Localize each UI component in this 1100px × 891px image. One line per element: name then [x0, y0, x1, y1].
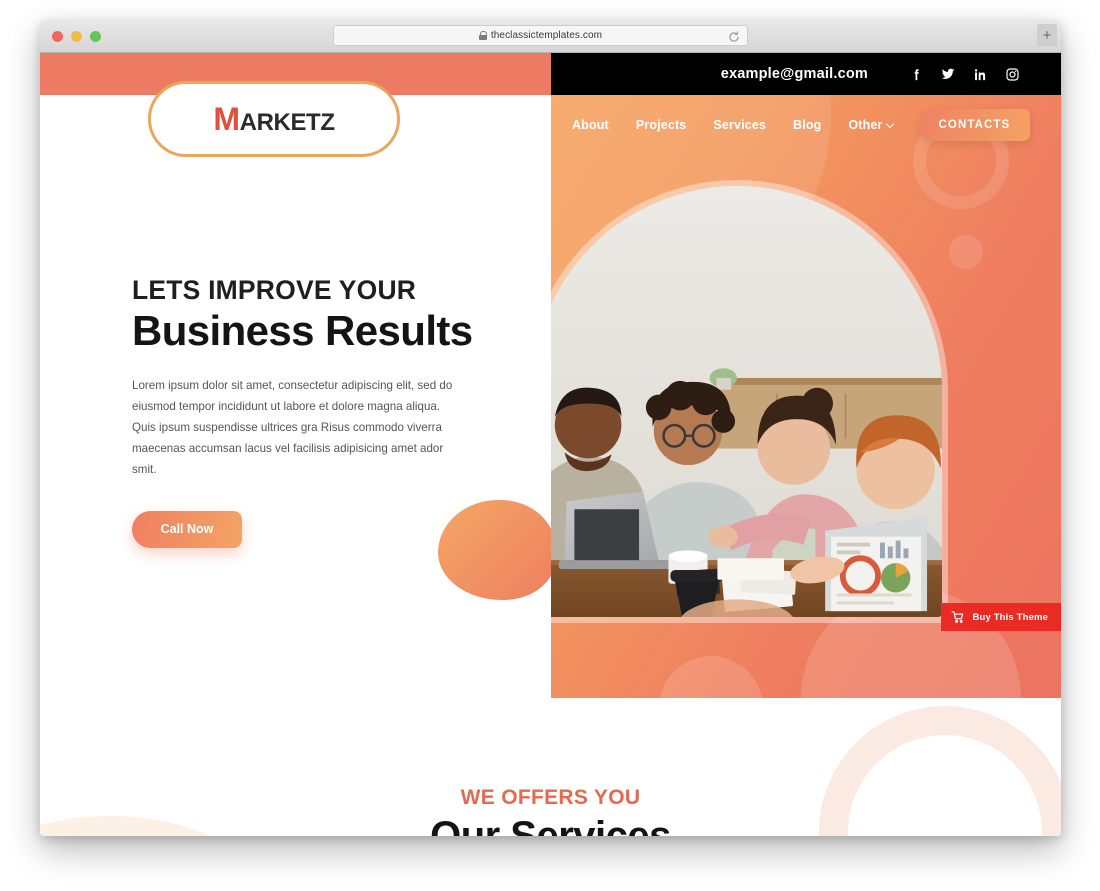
nav-item-projects[interactable]: Projects: [636, 118, 687, 132]
buy-this-theme-label: Buy This Theme: [972, 611, 1048, 623]
services-kicker: WE OFFERS YOU: [460, 786, 641, 809]
nav-item-other[interactable]: Other: [848, 118, 894, 132]
call-now-button[interactable]: Call Now: [132, 510, 242, 548]
new-tab-button[interactable]: +: [1037, 24, 1057, 46]
nav-items: About Projects Services Blog Other: [572, 118, 895, 132]
hero-photo-illustration: [551, 186, 942, 617]
shopping-cart-icon: [951, 610, 965, 624]
address-bar[interactable]: theclassictemplates.com: [333, 25, 748, 46]
linkedin-icon[interactable]: [972, 66, 988, 82]
twitter-icon[interactable]: [940, 66, 956, 82]
nav-label: Other: [848, 118, 883, 132]
nav-label: Services: [713, 118, 767, 132]
topbar-contact-block: example@gmail.com: [551, 53, 1061, 95]
services-heading-group: WE OFFERS YOU Our Services: [40, 698, 1061, 836]
hero-photo-frame: [551, 180, 948, 623]
page-viewport: example@gmail.com MARKETZ About Projects…: [40, 53, 1061, 836]
logo-rest: ARKETZ: [239, 108, 335, 136]
hero-copy: LETS IMPROVE YOUR Business Results Lorem…: [132, 275, 502, 548]
decorative-circle-bottom-icon: [659, 656, 763, 698]
address-bar-content: theclassictemplates.com: [478, 30, 603, 41]
nav-item-blog[interactable]: Blog: [793, 118, 821, 132]
chevron-down-icon: [887, 121, 895, 129]
browser-chrome: theclassictemplates.com +: [40, 20, 1061, 53]
hero-paragraph: Lorem ipsum dolor sit amet, consectetur …: [132, 378, 453, 477]
site-logo[interactable]: MARKETZ: [148, 81, 400, 157]
services-title: Our Services: [430, 814, 671, 836]
browser-window: theclassictemplates.com + example@gmail.…: [40, 20, 1061, 836]
buy-this-theme-button[interactable]: Buy This Theme: [940, 603, 1061, 631]
nav-label: Blog: [793, 118, 822, 132]
contact-email[interactable]: example@gmail.com: [721, 66, 868, 82]
close-window-button[interactable]: [52, 31, 63, 42]
instagram-icon[interactable]: [1004, 66, 1020, 82]
nav-label: About: [572, 118, 609, 132]
nav-item-services[interactable]: Services: [713, 118, 766, 132]
services-section: WE OFFERS YOU Our Services: [40, 698, 1061, 836]
lock-icon: [478, 31, 488, 40]
url-text: theclassictemplates.com: [490, 30, 603, 41]
hero-headline: Business Results: [132, 307, 473, 355]
hero-section: About Projects Services Blog Other CONTA…: [40, 95, 1061, 698]
facebook-icon[interactable]: [908, 66, 924, 82]
nav-label: Projects: [635, 118, 687, 132]
minimize-window-button[interactable]: [71, 31, 82, 42]
maximize-window-button[interactable]: [90, 31, 101, 42]
contacts-button[interactable]: CONTACTS: [918, 109, 1031, 141]
hero-kicker: LETS IMPROVE YOUR: [132, 275, 417, 305]
logo-wordmark: MARKETZ: [213, 100, 335, 138]
decorative-dot-icon: [949, 235, 983, 269]
social-links: [908, 66, 1020, 82]
window-controls: [52, 31, 101, 42]
reload-icon[interactable]: [728, 30, 740, 42]
nav-item-about[interactable]: About: [572, 118, 609, 132]
screenshot-root: theclassictemplates.com + example@gmail.…: [0, 0, 1100, 891]
logo-initial: M: [213, 100, 240, 137]
main-navigation: About Projects Services Blog Other CONTA…: [551, 95, 1061, 155]
hero-photo: [551, 186, 942, 617]
